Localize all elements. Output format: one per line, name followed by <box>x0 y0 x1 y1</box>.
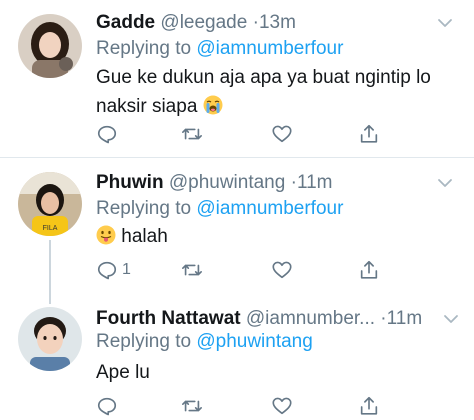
tweet-header: Gadde @leegade ·13m <box>96 12 296 34</box>
replying-to: Replying to @iamnumberfour <box>96 38 343 60</box>
avatar-image: FILA <box>18 172 82 236</box>
timestamp[interactable]: 11m <box>387 308 423 329</box>
share-icon <box>358 259 380 281</box>
display-name[interactable]: Phuwin <box>96 172 164 193</box>
more-options-chevron-icon[interactable] <box>442 310 460 328</box>
tweet-card[interactable]: Fourth Nattawat @iamnumber... ·11m Reply… <box>0 298 474 420</box>
tweet-actions <box>96 122 456 146</box>
face-with-tongue-emoji-icon <box>96 225 116 245</box>
heart-icon <box>271 123 293 145</box>
thread-connector <box>49 240 51 304</box>
avatar[interactable]: FILA <box>18 172 82 236</box>
reply-mention-link[interactable]: @phuwintang <box>196 331 312 352</box>
like-button[interactable] <box>271 394 293 418</box>
retweet-button[interactable] <box>181 122 203 146</box>
loudly-crying-face-emoji-icon <box>203 95 223 115</box>
tweet-card[interactable]: FILA Phuwin @phuwintang ·11m Replying to… <box>0 158 474 298</box>
reply-mention-link[interactable]: @iamnumberfour <box>196 198 343 219</box>
reply-icon <box>96 123 118 145</box>
tweet-header: Fourth Nattawat @iamnumber... ·11m <box>96 308 422 330</box>
display-name[interactable]: Gadde <box>96 12 155 33</box>
replying-to: Replying to @phuwintang <box>96 331 313 353</box>
tweet-header: Phuwin @phuwintang ·11m <box>96 172 333 194</box>
like-button[interactable] <box>271 122 293 146</box>
reply-mention-link[interactable]: @iamnumberfour <box>196 38 343 59</box>
avatar-image <box>18 307 82 371</box>
share-button[interactable] <box>358 122 380 146</box>
reply-button[interactable]: 1 <box>96 258 131 282</box>
tweet-actions: 1 <box>96 258 456 282</box>
timestamp[interactable]: 11m <box>297 172 333 193</box>
reply-button[interactable] <box>96 394 122 418</box>
tweet-text: Ape lu <box>96 358 456 387</box>
share-icon <box>358 395 380 417</box>
reply-button[interactable] <box>96 122 122 146</box>
tweet-actions <box>96 394 456 418</box>
share-button[interactable] <box>358 394 380 418</box>
replying-to: Replying to @iamnumberfour <box>96 198 343 220</box>
display-name[interactable]: Fourth Nattawat <box>96 308 241 329</box>
replying-to-label: Replying to <box>96 38 192 59</box>
retweet-button[interactable] <box>181 258 203 282</box>
username[interactable]: @phuwintang <box>169 172 285 193</box>
avatar[interactable] <box>18 14 82 78</box>
username[interactable]: @leegade <box>160 12 247 33</box>
share-icon <box>358 123 380 145</box>
username[interactable]: @iamnumber... <box>246 308 375 329</box>
tweet-text-line: naksir siapa <box>96 96 198 117</box>
avatar-image <box>18 14 82 78</box>
retweet-button[interactable] <box>181 394 203 418</box>
reply-icon <box>96 259 118 281</box>
reply-count: 1 <box>122 261 131 278</box>
retweet-icon <box>181 259 203 281</box>
tweet-text: halah <box>96 222 456 251</box>
tweet-text: Gue ke dukun aja apa ya buat ngintip lo … <box>96 63 456 121</box>
replying-to-label: Replying to <box>96 198 192 219</box>
tweet-card[interactable]: Gadde @leegade ·13m Replying to @iamnumb… <box>0 0 474 160</box>
more-options-chevron-icon[interactable] <box>436 174 454 192</box>
tweet-text-line: Ape lu <box>96 362 150 383</box>
like-button[interactable] <box>271 258 293 282</box>
avatar[interactable] <box>18 307 82 371</box>
share-button[interactable] <box>358 258 380 282</box>
tweet-text-line: Gue ke dukun aja apa ya buat ngintip lo <box>96 67 431 88</box>
retweet-icon <box>181 395 203 417</box>
reply-icon <box>96 395 118 417</box>
heart-icon <box>271 259 293 281</box>
svg-text:FILA: FILA <box>43 225 58 232</box>
more-options-chevron-icon[interactable] <box>436 14 454 32</box>
heart-icon <box>271 395 293 417</box>
retweet-icon <box>181 123 203 145</box>
timestamp[interactable]: 13m <box>259 12 296 33</box>
replying-to-label: Replying to <box>96 331 192 352</box>
tweet-text-line: halah <box>121 226 168 247</box>
